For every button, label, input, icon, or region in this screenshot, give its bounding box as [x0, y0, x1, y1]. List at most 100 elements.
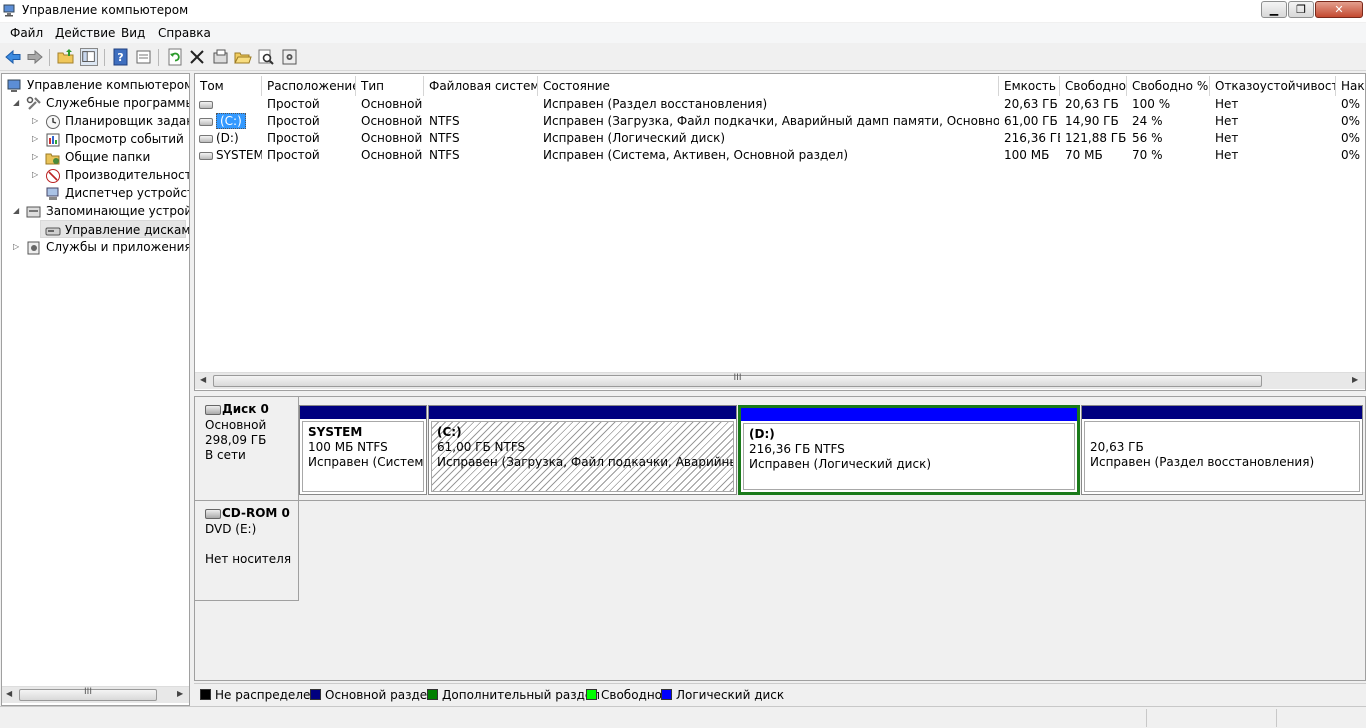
disk-0-label[interactable]: Диск 0 Основной 298,09 ГБ В сети	[195, 397, 299, 501]
legend-item-logical: Логический диск	[661, 688, 784, 702]
disk-map: Диск 0 Основной 298,09 ГБ В сети SYSTEM …	[194, 396, 1366, 681]
expand-arrow-icon[interactable]: ▷	[13, 238, 19, 256]
capacity-cell: 100 МБ	[1004, 148, 1050, 162]
collapse-arrow-icon[interactable]: ◢	[13, 94, 19, 112]
status-bar	[0, 706, 1366, 728]
forward-icon[interactable]	[26, 48, 44, 66]
partition-system[interactable]: SYSTEM 100 МБ NTFS Исправен (Система,	[299, 405, 427, 495]
expand-arrow-icon[interactable]: ▷	[32, 112, 38, 130]
partition-c[interactable]: (C:) 61,00 ГБ NTFS Исправен (Загрузка, Ф…	[428, 405, 737, 495]
partition-status: Исправен (Логический диск)	[749, 457, 932, 471]
restore-icon: ❐	[1296, 3, 1306, 16]
properties-view-icon[interactable]	[135, 48, 153, 66]
expand-arrow-icon[interactable]: ▷	[32, 148, 38, 166]
open-icon[interactable]	[234, 48, 252, 66]
volume-name-cell: SYSTEM	[195, 147, 262, 164]
legend-label: Дополнительный раздел	[442, 688, 600, 702]
table-row[interactable]: SYSTEM Простой Основной NTFS Исправен (С…	[195, 147, 1365, 164]
scroll-left-icon[interactable]: ◀	[6, 689, 12, 698]
back-icon[interactable]	[4, 48, 22, 66]
legend-swatch	[586, 689, 597, 700]
cdrom-0-label[interactable]: CD-ROM 0 DVD (E:) Нет носителя	[195, 501, 299, 601]
tree-item-label: Запоминающие устройст	[46, 204, 190, 218]
partition-d[interactable]: (D:) 216,36 ГБ NTFS Исправен (Логический…	[738, 405, 1080, 495]
refresh-icon[interactable]	[166, 48, 184, 66]
column-header-volume[interactable]: Том	[195, 76, 262, 96]
maximize-button[interactable]: ❐	[1288, 1, 1314, 18]
scroll-left-icon[interactable]: ◀	[200, 375, 206, 384]
fault-tolerance-cell: Нет	[1215, 97, 1239, 111]
minimize-icon: ▁	[1269, 3, 1279, 16]
overhead-cell: 0%	[1341, 148, 1361, 162]
legend-swatch	[661, 689, 672, 700]
delete-icon[interactable]	[188, 48, 206, 66]
partition-recovery[interactable]: 20,63 ГБ Исправен (Раздел восстановления…	[1081, 405, 1363, 495]
partition-name: (D:)	[749, 427, 775, 441]
disk-0-partitions: SYSTEM 100 МБ NTFS Исправен (Система, (C…	[299, 397, 1365, 501]
scrollbar-thumb[interactable]: III	[19, 687, 157, 701]
column-header-free-percent[interactable]: Свободно %	[1127, 76, 1210, 96]
column-header-free[interactable]: Свободно	[1060, 76, 1127, 96]
menu-file[interactable]: Файл	[10, 26, 43, 40]
legend-item-free: Свободно	[586, 688, 662, 702]
expand-arrow-icon[interactable]: ▷	[32, 130, 38, 148]
overhead-cell: 0%	[1341, 97, 1361, 111]
services-icon	[27, 241, 40, 255]
find-icon[interactable]	[257, 48, 275, 66]
partition-size: 61,00 ГБ NTFS	[437, 440, 526, 454]
help-icon[interactable]: ?	[112, 48, 130, 66]
partition-body: SYSTEM 100 МБ NTFS Исправен (Система,	[302, 421, 424, 492]
scrollbar-thumb[interactable]: III	[213, 373, 1262, 387]
partition-body: 20,63 ГБ Исправен (Раздел восстановления…	[1084, 421, 1360, 492]
free-cell: 70 МБ	[1065, 148, 1103, 162]
tree-item-label: Производительность	[65, 168, 190, 182]
column-header-capacity[interactable]: Емкость	[999, 76, 1060, 96]
table-row[interactable]: (D:) Простой Основной NTFS Исправен (Лог…	[195, 130, 1365, 147]
computer-management-icon	[3, 4, 15, 17]
hard-disk-icon	[205, 405, 221, 415]
console-tree: Управление компьютером (л ◢ Служебные пр…	[1, 73, 190, 706]
device-manager-icon	[46, 187, 59, 200]
show-hide-console-tree-icon[interactable]	[80, 48, 98, 66]
partition-color-bar	[741, 408, 1077, 421]
scroll-right-icon[interactable]: ▶	[177, 689, 183, 698]
type-cell: Основной	[361, 131, 423, 145]
fault-tolerance-cell: Нет	[1215, 131, 1239, 145]
minimize-button[interactable]: ▁	[1261, 1, 1287, 18]
table-row[interactable]: Простой Основной Исправен (Раздел восста…	[195, 96, 1365, 113]
column-header-fault-tolerance[interactable]: Отказоустойчивость	[1210, 76, 1336, 96]
menu-action[interactable]: Действие	[55, 26, 115, 40]
properties-icon[interactable]	[212, 48, 230, 66]
legend-swatch	[310, 689, 321, 700]
partition-name: SYSTEM	[308, 425, 363, 439]
column-header-status[interactable]: Состояние	[538, 76, 999, 96]
volume-list: Том Расположение Тип Файловая система Со…	[194, 73, 1366, 391]
partition-status: Исправен (Система,	[308, 455, 424, 469]
table-row[interactable]: (C:) Простой Основной NTFS Исправен (Заг…	[195, 113, 1365, 130]
filesystem-cell: NTFS	[429, 148, 460, 162]
clock-icon	[46, 115, 60, 129]
volume-list-horizontal-scrollbar[interactable]: ◀ III ▶	[195, 372, 1365, 389]
volume-list-header: Том Расположение Тип Файловая система Со…	[195, 76, 1365, 96]
disk-type: Основной	[205, 418, 267, 432]
settings-icon[interactable]	[281, 48, 299, 66]
expand-arrow-icon[interactable]: ▷	[32, 166, 38, 184]
column-header-filesystem[interactable]: Файловая система	[424, 76, 538, 96]
tree-item-label: Службы и приложения	[46, 240, 190, 254]
disk-status: В сети	[205, 448, 246, 462]
volume-name: (D:)	[216, 131, 239, 145]
scroll-right-icon[interactable]: ▶	[1352, 375, 1358, 384]
column-header-overhead[interactable]: Нак	[1336, 76, 1365, 96]
menu-help[interactable]: Справка	[158, 26, 211, 40]
up-folder-icon[interactable]	[57, 48, 75, 66]
tree-item-disk-management[interactable]: Управление дисками	[40, 220, 189, 238]
menu-view[interactable]: Вид	[121, 26, 145, 40]
close-button[interactable]: ✕	[1315, 1, 1363, 18]
tree-horizontal-scrollbar[interactable]: ◀ III ▶	[2, 686, 189, 703]
collapse-arrow-icon[interactable]: ◢	[13, 202, 19, 220]
column-header-layout[interactable]: Расположение	[262, 76, 356, 96]
column-header-type[interactable]: Тип	[356, 76, 424, 96]
partition-body: (D:) 216,36 ГБ NTFS Исправен (Логический…	[743, 423, 1075, 490]
type-cell: Основной	[361, 148, 423, 162]
toolbar: ?	[0, 44, 1366, 71]
